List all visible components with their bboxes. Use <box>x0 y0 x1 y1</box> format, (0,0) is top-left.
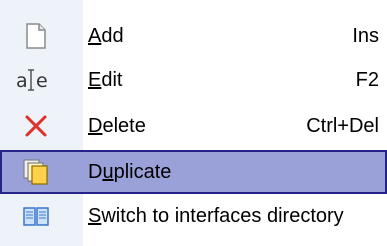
menu-item-label: Add <box>88 25 124 47</box>
shortcut-label: F2 <box>355 69 379 91</box>
svg-text:e: e <box>36 70 48 92</box>
shortcut-label: Ins <box>352 25 379 47</box>
delete-x-icon <box>22 112 50 140</box>
duplicate-icon <box>22 158 50 186</box>
new-document-icon <box>22 22 50 50</box>
menu-item-switch-to-interfaces-directory[interactable]: Switch to interfaces directory <box>0 194 387 238</box>
menu-item-label: Switch to interfaces directory <box>88 205 344 227</box>
shortcut-label: Ctrl+Del <box>306 115 379 137</box>
book-icon <box>22 202 50 230</box>
menu-item-label: Duplicate <box>88 161 172 183</box>
menu-item-delete[interactable]: Delete Ctrl+Del <box>0 104 387 148</box>
menu-item-label: Edit <box>88 69 123 91</box>
context-menu: Add Ins a e Edit F2 Delete Ctrl+Del Dupl… <box>0 0 387 246</box>
svg-text:a: a <box>16 70 28 92</box>
menu-item-label: Delete <box>88 115 146 137</box>
menu-item-edit[interactable]: a e Edit F2 <box>0 58 387 102</box>
menu-item-duplicate[interactable]: Duplicate <box>0 150 387 194</box>
menu-item-add[interactable]: Add Ins <box>0 14 387 58</box>
edit-text-icon: a e <box>14 66 58 94</box>
